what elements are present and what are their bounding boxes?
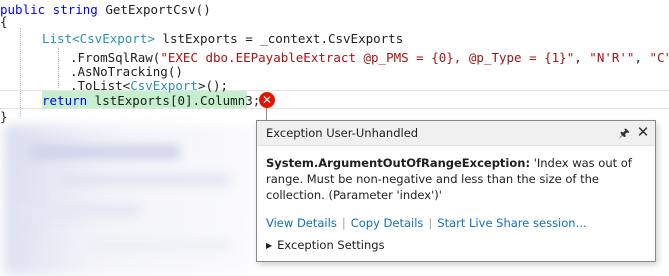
blurred-region [20, 205, 140, 217]
code-line-1[interactable]: public string GetExportCsv() [0, 0, 211, 19]
pin-icon[interactable]: 🖈 [617, 125, 631, 141]
popup-header: Exception User-Unhandled 🖈 ✕ [257, 121, 655, 146]
code-line-2[interactable]: { [0, 12, 8, 31]
caret-right-icon: ▶ [266, 241, 273, 250]
view-details-link[interactable]: View Details [266, 216, 337, 230]
copy-details-link[interactable]: Copy Details [351, 216, 424, 230]
popup-links: View Details | Copy Details | Start Live Sha… [266, 216, 587, 230]
exception-message: System.ArgumentOutOfRangeException: 'Ind… [266, 155, 646, 203]
indent-guide [58, 48, 59, 88]
brace-close: } [0, 109, 8, 124]
method-signature: GetExportCsv() [97, 2, 211, 17]
brace-open: { [0, 14, 8, 29]
declaration: lstExports = _context.CsvExports [154, 31, 404, 46]
popup-title: Exception User-Unhandled [266, 126, 419, 140]
exception-settings-label: Exception Settings [277, 238, 385, 252]
close-icon[interactable]: ✕ [635, 124, 651, 140]
string-literal: "EXEC dbo.EEPayableExtract @p_PMS = {0},… [160, 50, 575, 65]
separator: , [574, 50, 590, 65]
keyword: return [42, 93, 88, 108]
exception-popup: Exception User-Unhandled 🖈 ✕ System.Argu… [256, 120, 656, 262]
live-share-link[interactable]: Start Live Share session... [437, 216, 586, 230]
link-separator: | [428, 216, 433, 230]
keyword: public string [0, 2, 98, 17]
popup-connector [266, 108, 267, 120]
blurred-region [90, 240, 230, 250]
link-separator: | [341, 216, 346, 230]
error-icon[interactable]: ✕ [259, 92, 275, 108]
type-name: List<CsvExport> [42, 31, 155, 46]
return-expression: lstExports[0].Column3; [87, 93, 261, 108]
separator: , [634, 50, 650, 65]
code-line-3[interactable]: List<CsvExport> lstExports = _context.Cs… [42, 29, 403, 48]
blurred-region [60, 175, 230, 185]
exception-settings-toggle[interactable]: ▶ Exception Settings [266, 238, 385, 252]
string-literal: "C" [649, 50, 669, 65]
exception-type: System.ArgumentOutOfRangeException: [266, 156, 531, 170]
code-line-8[interactable]: } [0, 107, 8, 126]
string-literal: "N'R'" [589, 50, 635, 65]
code-line-7[interactable]: return lstExports[0].Column3; [42, 91, 260, 110]
blurred-region [30, 145, 180, 159]
